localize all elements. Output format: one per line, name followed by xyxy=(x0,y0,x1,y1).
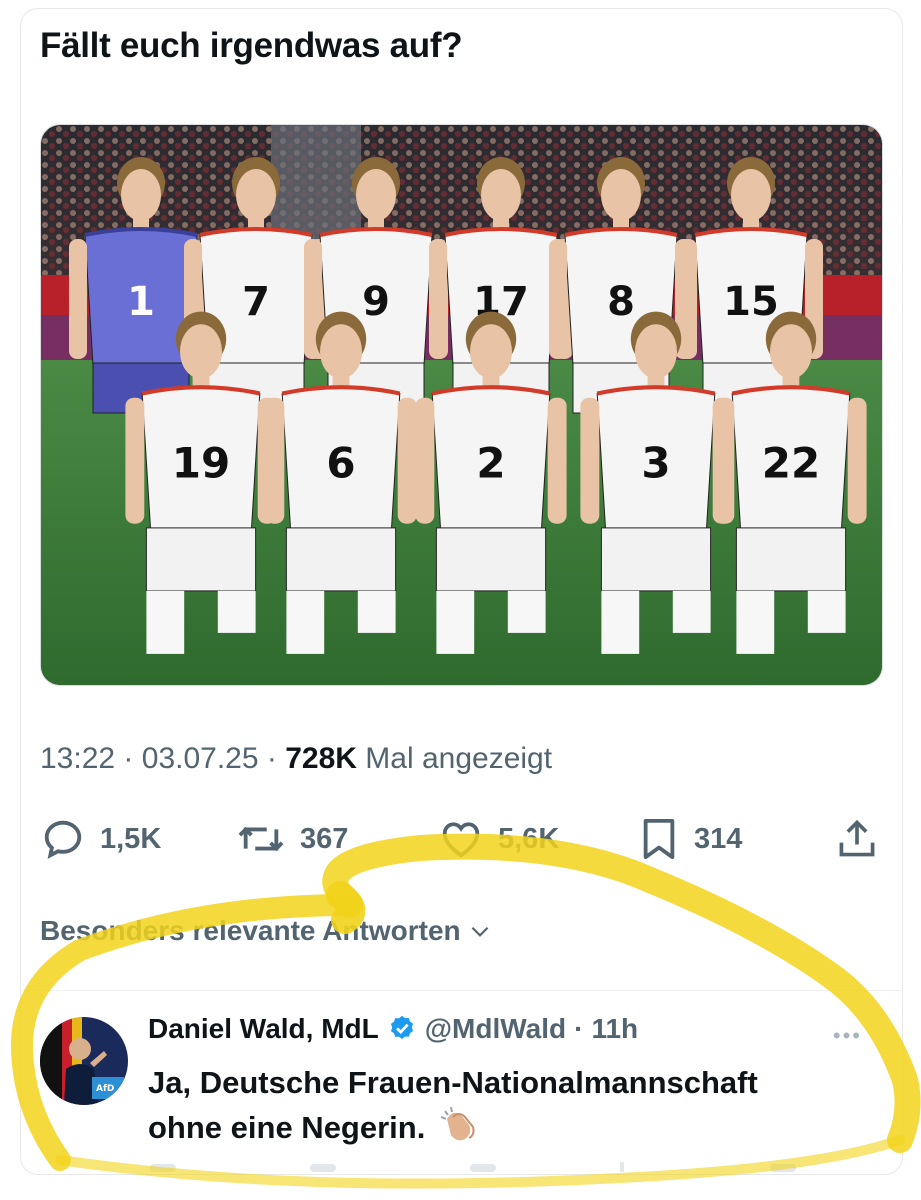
jersey-number: 19 xyxy=(172,439,230,488)
jersey-number: 9 xyxy=(362,279,390,325)
team-photo-image: 1 7 9 17 8 1519 6 2 3 22 xyxy=(41,125,882,685)
reply-count: 1,5K xyxy=(100,822,162,855)
tweet-action-bar: 1,5K 367 5,6K 314 xyxy=(40,815,882,863)
bookmark-count: 314 xyxy=(694,822,743,855)
jersey-number: 22 xyxy=(762,439,820,488)
repost-icon xyxy=(238,826,284,852)
tweet-date[interactable]: 03.07.25 xyxy=(142,742,259,775)
share-icon xyxy=(839,819,875,857)
tweet-meta: 13:22 · 03.07.25 · 728K Mal angezeigt xyxy=(40,742,552,776)
tweet-time[interactable]: 13:22 xyxy=(40,742,115,775)
reply-sort-selector[interactable]: Besonders relevante Antworten xyxy=(40,915,493,947)
reply-button[interactable]: 1,5K xyxy=(40,815,161,863)
tweet-text: Fällt euch irgendwas auf? xyxy=(40,26,463,65)
jersey-number: 3 xyxy=(641,439,670,488)
verified-badge-icon xyxy=(390,1015,413,1039)
jersey-number: 1 xyxy=(127,279,155,325)
bookmark-icon xyxy=(643,818,675,860)
tweet-photo[interactable]: 1 7 9 17 8 15 19 6 2 3 22 xyxy=(40,124,883,686)
reply-sort-label: Besonders relevante Antworten xyxy=(40,915,461,946)
jersey-number: 7 xyxy=(242,279,270,325)
jersey-number: 2 xyxy=(476,439,505,488)
more-icon[interactable]: ••• xyxy=(833,1023,862,1049)
view-count-label: Mal angezeigt xyxy=(365,742,553,775)
like-button[interactable]: 5,6K xyxy=(438,815,559,863)
reply-action-bar-partial xyxy=(150,1162,796,1172)
reply-text-line-2: ohne eine Negerin. xyxy=(148,1105,888,1155)
reply-text-line: Ja, Deutsche Frauen-Nationalmannschaft xyxy=(148,1065,758,1100)
reply-text-line: ohne eine Negerin. xyxy=(148,1110,426,1146)
repost-count: 367 xyxy=(300,822,349,855)
reply-author-name[interactable]: Daniel Wald, MdL xyxy=(148,1013,379,1045)
chevron-down-icon xyxy=(471,926,488,937)
meta-separator: · xyxy=(123,742,134,775)
view-count: 728K xyxy=(285,742,357,775)
bookmark-button[interactable]: 314 xyxy=(638,815,742,863)
reply-author-handle[interactable]: @MdlWald xyxy=(425,1013,566,1045)
meta-separator: · xyxy=(574,1013,584,1044)
jersey-number: 6 xyxy=(326,439,355,488)
reply-timestamp[interactable]: 11h xyxy=(591,1013,638,1045)
share-button[interactable] xyxy=(835,815,879,863)
repost-button[interactable]: 367 xyxy=(236,815,348,863)
heart-icon xyxy=(442,822,480,858)
like-count: 5,6K xyxy=(498,822,560,855)
svg-text:AfD: AfD xyxy=(96,1084,114,1094)
jersey-number: 8 xyxy=(607,279,635,325)
reply-text: Ja, Deutsche Frauen-Nationalmannschaft o… xyxy=(148,1061,888,1155)
avatar-image: AfD xyxy=(40,1017,128,1105)
reply-icon xyxy=(44,820,82,859)
reply-header: Daniel Wald, MdL @MdlWald · 11h xyxy=(148,1013,638,1045)
avatar[interactable]: AfD xyxy=(40,1017,128,1105)
divider xyxy=(20,990,901,991)
clapping-hands-emoji xyxy=(439,1105,481,1155)
meta-separator: · xyxy=(266,742,277,775)
jersey-number: 15 xyxy=(723,279,779,325)
